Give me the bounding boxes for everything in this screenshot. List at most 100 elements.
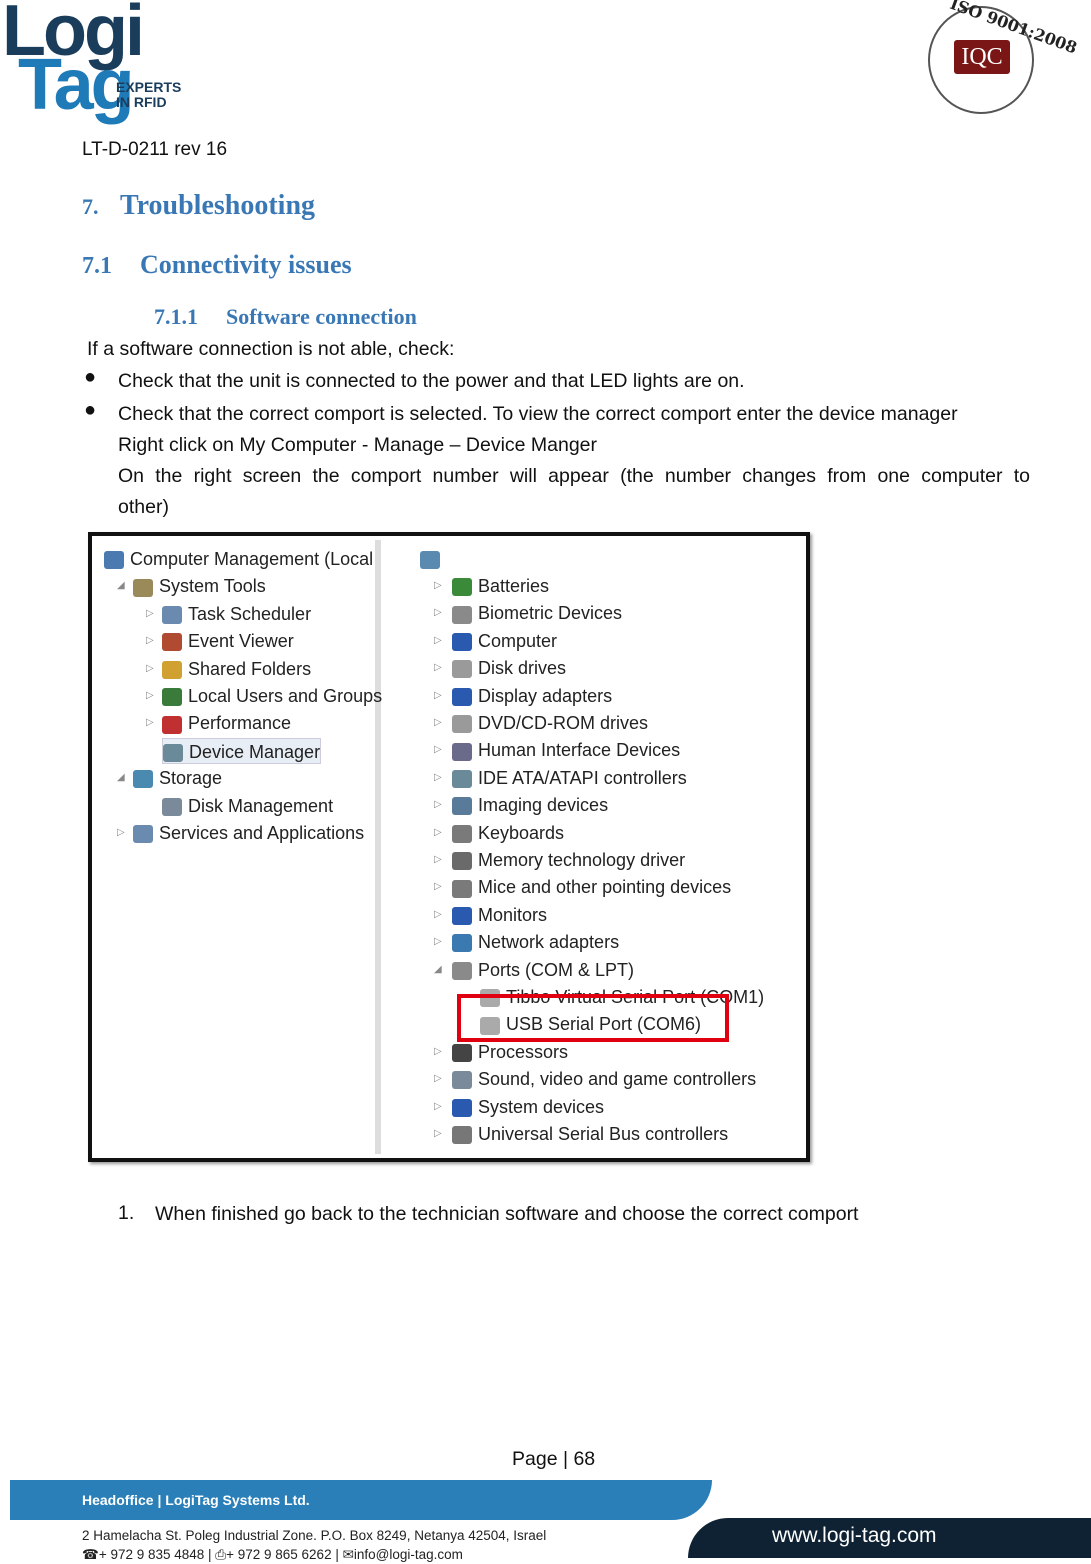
tree-item[interactable]: Display adapters: [452, 683, 612, 709]
tree-item[interactable]: System devices: [452, 1094, 604, 1120]
expand-toggle-icon[interactable]: ◢: [434, 957, 442, 983]
expand-toggle-icon[interactable]: ▷: [434, 1094, 442, 1120]
tree-item[interactable]: IDE ATA/ATAPI controllers: [452, 765, 687, 791]
tree-item[interactable]: Batteries: [452, 573, 549, 599]
tree-item[interactable]: Ports (COM & LPT): [452, 957, 634, 983]
tree-item-icon: [133, 770, 153, 789]
expand-toggle-icon[interactable]: ▷: [434, 792, 442, 818]
tree-item-label: Task Scheduler: [188, 603, 312, 624]
tree-item-label: Event Viewer: [188, 631, 294, 652]
footer-headoffice: Headoffice | LogiTag Systems Ltd.: [10, 1480, 712, 1520]
expand-toggle-icon[interactable]: ▷: [146, 601, 154, 627]
tree-item-label: System devices: [478, 1096, 605, 1117]
device-category-icon: [452, 687, 472, 706]
expand-toggle-icon[interactable]: ▷: [434, 929, 442, 955]
tree-item[interactable]: Storage: [133, 765, 222, 791]
tree-item[interactable]: Network adapters: [452, 929, 619, 955]
tree-item-icon: [162, 797, 182, 816]
tree-item[interactable]: Memory technology driver: [452, 847, 685, 873]
tree-item-icon: [104, 551, 124, 570]
tree-item[interactable]: Biometric Devices: [452, 600, 622, 626]
tree-item-device-manager[interactable]: Device Manager: [162, 737, 322, 764]
tree-item-label: Human Interface Devices: [478, 740, 681, 761]
expand-toggle-icon[interactable]: ▷: [434, 874, 442, 900]
tree-item-label: Memory technology driver: [478, 850, 686, 870]
tree-item-label: Batteries: [478, 576, 550, 596]
expand-toggle-icon[interactable]: ▷: [146, 628, 154, 654]
right-tree-pane: Batteries ▷ Biometric Devices ▷ Computer ▷ Dis…: [392, 540, 804, 1154]
expand-toggle-icon[interactable]: ▷: [434, 628, 442, 654]
expand-toggle-icon[interactable]: ▷: [434, 710, 442, 736]
tree-item[interactable]: Services and Applications: [133, 820, 364, 846]
expand-toggle-icon[interactable]: ▷: [434, 655, 442, 681]
bullet-text-2: Check that the correct comport is select…: [118, 403, 958, 425]
tree-item[interactable]: Computer: [452, 628, 557, 654]
tree-item[interactable]: System Tools: [133, 573, 266, 599]
device-category-icon: [452, 934, 472, 953]
tree-item[interactable]: DVD/CD-ROM drives: [452, 710, 648, 736]
tree-item[interactable]: Disk Management: [162, 793, 333, 819]
highlight-box: [457, 994, 729, 1042]
intro-text: If a software connection is not able, ch…: [87, 338, 455, 360]
device-category-icon: [452, 715, 472, 734]
tree-item-label: Services and Applications: [159, 823, 365, 843]
expand-toggle-icon[interactable]: ▷: [117, 820, 125, 846]
tree-item[interactable]: Keyboards: [452, 820, 564, 846]
heading-text: Connectivity issues: [140, 250, 352, 279]
expand-toggle-icon[interactable]: ▷: [434, 902, 442, 928]
expand-toggle-icon[interactable]: ▷: [434, 573, 442, 599]
tree-item-label: Processors: [478, 1041, 569, 1062]
tree-item-icon: [162, 688, 182, 707]
tree-item[interactable]: Human Interface Devices: [452, 737, 680, 763]
expand-toggle-icon[interactable]: ▷: [434, 600, 442, 626]
expand-toggle-icon[interactable]: ▷: [434, 820, 442, 846]
tree-item[interactable]: Universal Serial Bus controllers: [452, 1121, 728, 1147]
tree-item[interactable]: Monitors: [452, 902, 547, 928]
bullet-icon: ●: [84, 366, 97, 388]
expand-toggle-icon[interactable]: ▷: [434, 765, 442, 791]
subsection-heading: 7.1 Connectivity issues: [82, 250, 352, 280]
tree-item[interactable]: Computer Management (Local: [104, 546, 373, 572]
tree-item-icon: [133, 825, 153, 844]
device-category-icon: [452, 907, 472, 926]
device-category-icon: [452, 605, 472, 624]
expand-toggle-icon[interactable]: ▷: [434, 737, 442, 763]
expand-toggle-icon[interactable]: ◢: [117, 765, 125, 791]
heading-text: Software connection: [226, 304, 417, 329]
tree-root-computer[interactable]: [420, 546, 446, 572]
tree-item-icon: [162, 715, 182, 734]
tree-item[interactable]: Sound, video and game controllers: [452, 1066, 756, 1092]
expand-toggle-icon[interactable]: ◢: [117, 573, 125, 599]
tree-item[interactable]: Task Scheduler: [162, 601, 311, 627]
tree-item[interactable]: Shared Folders: [162, 656, 311, 682]
tree-item[interactable]: Imaging devices: [452, 792, 608, 818]
tree-item[interactable]: Mice and other pointing devices: [452, 874, 731, 900]
logo-tagline-1: EXPERTS: [116, 79, 182, 95]
tree-item[interactable]: Event Viewer: [162, 628, 294, 654]
expand-toggle-icon[interactable]: ▷: [146, 656, 154, 682]
expand-toggle-icon[interactable]: ▷: [434, 1066, 442, 1092]
device-manager-screenshot: Computer Management (Local System Tools ◢ T…: [88, 532, 810, 1162]
logo: Tag: [18, 45, 135, 125]
tree-item-label: Display adapters: [478, 685, 613, 706]
device-category-icon: [452, 1071, 472, 1090]
tree-item-label: Keyboards: [478, 822, 565, 843]
tree-item[interactable]: Disk drives: [452, 655, 566, 681]
tree-item[interactable]: Local Users and Groups: [162, 683, 382, 709]
expand-toggle-icon[interactable]: ▷: [434, 683, 442, 709]
computer-icon: [420, 551, 440, 570]
expand-toggle-icon[interactable]: ▷: [434, 1121, 442, 1147]
tree-item[interactable]: Processors: [452, 1039, 568, 1065]
device-category-icon: [452, 633, 472, 652]
expand-toggle-icon[interactable]: ▷: [434, 1039, 442, 1065]
device-category-icon: [452, 770, 472, 789]
tree-item-icon: [162, 606, 182, 625]
expand-toggle-icon[interactable]: ▷: [146, 710, 154, 736]
tree-item-label: Shared Folders: [188, 658, 312, 679]
expand-toggle-icon[interactable]: ▷: [146, 683, 154, 709]
bullet-text-1: Check that the unit is connected to the …: [118, 370, 745, 392]
step-number: 1.: [118, 1202, 135, 1224]
tree-item[interactable]: Performance: [162, 710, 291, 736]
tree-item-label: Monitors: [478, 904, 548, 925]
expand-toggle-icon[interactable]: ▷: [434, 847, 442, 873]
